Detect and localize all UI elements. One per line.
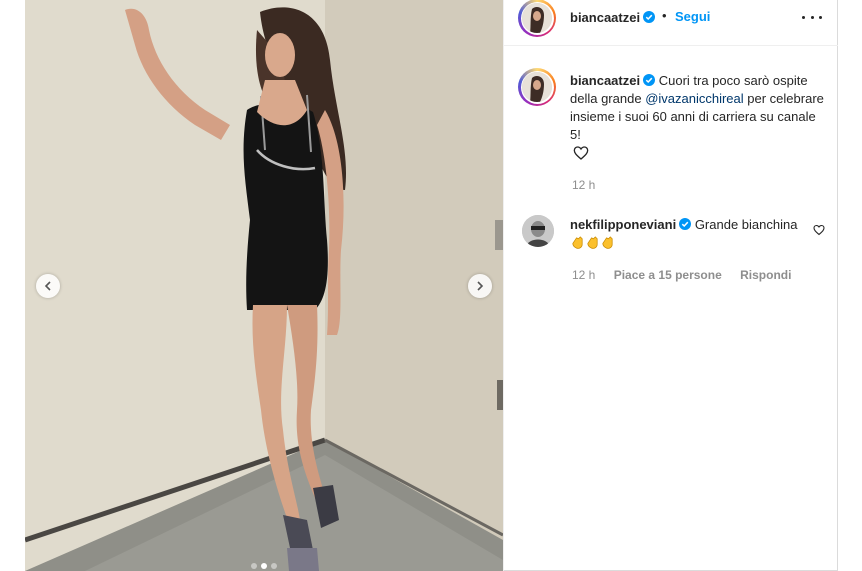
follow-button[interactable]: Segui: [675, 9, 710, 24]
caption-avatar[interactable]: [518, 68, 556, 106]
heart-icon[interactable]: [573, 145, 589, 161]
verified-badge-icon: [643, 11, 656, 23]
comment-likes-link[interactable]: Piace a 15 persone: [614, 268, 722, 282]
carousel-indicator: [25, 563, 503, 569]
post-side-panel: biancaatzei • Segui biancaatzei Cuori tr…: [503, 0, 838, 571]
commenter-username[interactable]: nekfilipponeviani: [570, 217, 676, 232]
comment-body: Grande bianchina: [694, 217, 798, 232]
clapping-hands-emoji: [602, 236, 613, 249]
comment-meta: 12 h Piace a 15 persone Rispondi: [572, 268, 806, 282]
caption-timestamp: 12 h: [572, 178, 596, 192]
post-media[interactable]: [25, 0, 503, 571]
caption-text: biancaatzei Cuori tra poco sarò ospite d…: [570, 72, 830, 144]
verified-badge-icon: [679, 218, 692, 230]
carousel-dot-active: [261, 563, 267, 569]
verified-badge-icon: [643, 74, 656, 86]
comment-reply-button[interactable]: Rispondi: [740, 268, 791, 282]
clapping-hands-emoji: [572, 236, 583, 249]
carousel-next-button[interactable]: [468, 274, 492, 298]
chevron-right-icon: [477, 281, 484, 291]
comment-like-heart-icon[interactable]: [813, 224, 825, 236]
comment-timestamp: 12 h: [572, 268, 596, 282]
caption-username[interactable]: biancaatzei: [570, 73, 640, 88]
carousel-dot: [251, 563, 257, 569]
commenter-avatar[interactable]: [522, 215, 554, 247]
post-header: biancaatzei • Segui: [504, 0, 838, 46]
carousel-dot: [271, 563, 277, 569]
carousel-prev-button[interactable]: [36, 274, 60, 298]
header-separator: •: [662, 8, 667, 23]
more-horizontal-icon: [802, 15, 805, 19]
post-photo: [25, 0, 503, 571]
caption-mention-link[interactable]: @ivazanicchireal: [645, 91, 743, 106]
comment-text: nekfilipponeviani Grande bianchina: [570, 216, 810, 252]
chevron-left-icon: [44, 281, 51, 291]
author-username[interactable]: biancaatzei: [570, 10, 640, 25]
author-avatar[interactable]: [518, 0, 556, 37]
more-options-button[interactable]: [802, 10, 822, 24]
clapping-hands-emoji: [587, 236, 598, 249]
